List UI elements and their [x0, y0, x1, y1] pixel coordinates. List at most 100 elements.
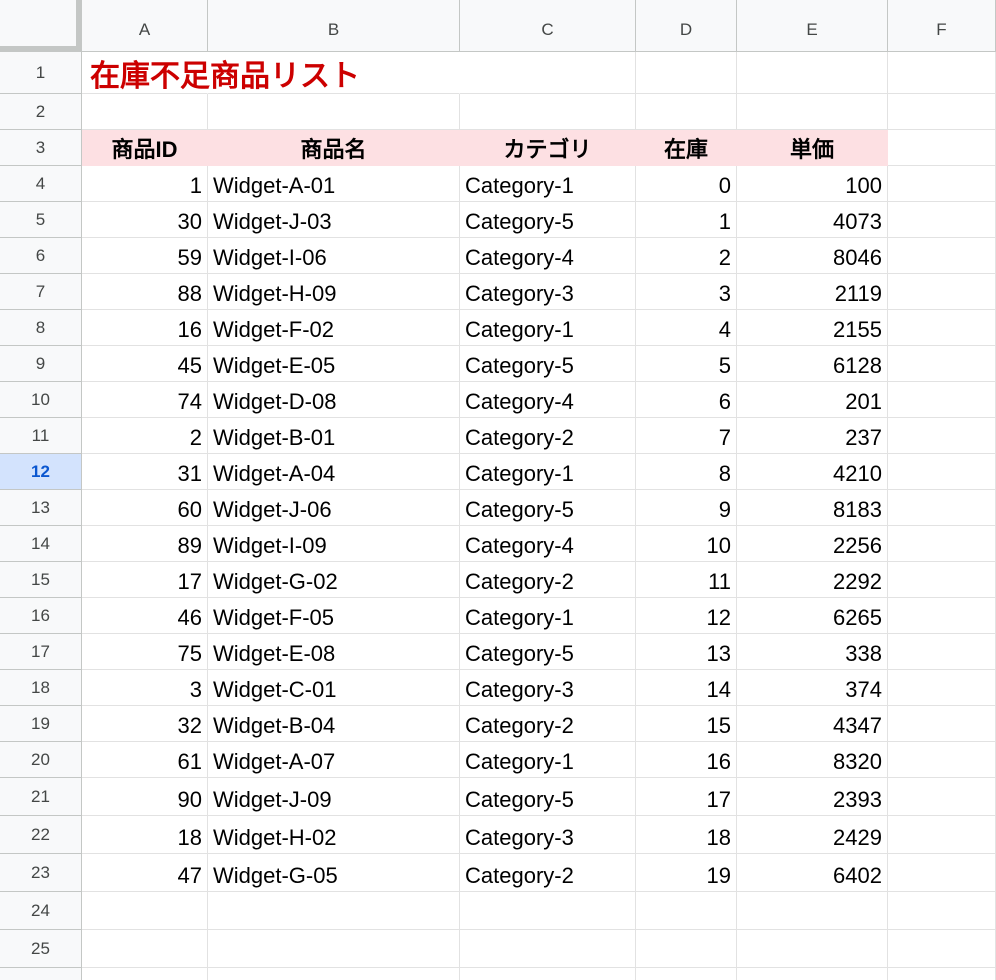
cell-a24[interactable] [82, 892, 208, 930]
row-header-15[interactable]: 15 [0, 562, 82, 598]
column-header-b[interactable]: B [208, 0, 460, 52]
cell-e14[interactable]: 2256 [737, 526, 888, 562]
cell-c7[interactable]: Category-3 [460, 274, 636, 310]
cell-b18[interactable]: Widget-C-01 [208, 670, 460, 706]
row-header-10[interactable]: 10 [0, 382, 82, 418]
cell-a7[interactable]: 88 [82, 274, 208, 310]
cell-c17[interactable]: Category-5 [460, 634, 636, 670]
cell-f20[interactable] [888, 742, 996, 778]
cell-e22[interactable]: 2429 [737, 816, 888, 854]
header-cell-a[interactable]: 商品ID [82, 130, 208, 166]
cell-a9[interactable]: 45 [82, 346, 208, 382]
cell-a11[interactable]: 2 [82, 418, 208, 454]
cell-c15[interactable]: Category-2 [460, 562, 636, 598]
cell-a2[interactable] [82, 94, 208, 130]
cell-c24[interactable] [460, 892, 636, 930]
cell-c16[interactable]: Category-1 [460, 598, 636, 634]
row-header-20[interactable]: 20 [0, 742, 82, 778]
cell-a25[interactable] [82, 930, 208, 968]
cell-e16[interactable]: 6265 [737, 598, 888, 634]
cell-a10[interactable]: 74 [82, 382, 208, 418]
cell-c22[interactable]: Category-3 [460, 816, 636, 854]
cell-d5[interactable]: 1 [636, 202, 737, 238]
row-header-4[interactable]: 4 [0, 166, 82, 202]
cell-c12[interactable]: Category-1 [460, 454, 636, 490]
row-header-9[interactable]: 9 [0, 346, 82, 382]
header-cell-b[interactable]: 商品名 [208, 130, 460, 166]
cell-b14[interactable]: Widget-I-09 [208, 526, 460, 562]
cell-a4[interactable]: 1 [82, 166, 208, 202]
row-header-7[interactable]: 7 [0, 274, 82, 310]
row-header-17[interactable]: 17 [0, 634, 82, 670]
cell-c20[interactable]: Category-1 [460, 742, 636, 778]
cell-e8[interactable]: 2155 [737, 310, 888, 346]
cell-e24[interactable] [737, 892, 888, 930]
cell-e15[interactable]: 2292 [737, 562, 888, 598]
cell-b7[interactable]: Widget-H-09 [208, 274, 460, 310]
cell-b16[interactable]: Widget-F-05 [208, 598, 460, 634]
cell-e18[interactable]: 374 [737, 670, 888, 706]
cell-b17[interactable]: Widget-E-08 [208, 634, 460, 670]
cell-b9[interactable]: Widget-E-05 [208, 346, 460, 382]
cell-e7[interactable]: 2119 [737, 274, 888, 310]
cell-b13[interactable]: Widget-J-06 [208, 490, 460, 526]
cell-f4[interactable] [888, 166, 996, 202]
cell-c21[interactable]: Category-5 [460, 778, 636, 816]
cell-d8[interactable]: 4 [636, 310, 737, 346]
cell-b19[interactable]: Widget-B-04 [208, 706, 460, 742]
cell-b25[interactable] [208, 930, 460, 968]
row-header-3[interactable]: 3 [0, 130, 82, 166]
cell-e11[interactable]: 237 [737, 418, 888, 454]
row-header-12[interactable]: 12 [0, 454, 82, 490]
cell-a15[interactable]: 17 [82, 562, 208, 598]
row-header-11[interactable]: 11 [0, 418, 82, 454]
cell-e26[interactable] [737, 968, 888, 980]
cell-e1[interactable] [737, 52, 888, 94]
cell-d12[interactable]: 8 [636, 454, 737, 490]
cell-c2[interactable] [460, 94, 636, 130]
cell-d24[interactable] [636, 892, 737, 930]
row-header-21[interactable]: 21 [0, 778, 82, 816]
cell-c19[interactable]: Category-2 [460, 706, 636, 742]
cell-e17[interactable]: 338 [737, 634, 888, 670]
cell-d7[interactable]: 3 [636, 274, 737, 310]
cell-b21[interactable]: Widget-J-09 [208, 778, 460, 816]
sheet-title-cell[interactable]: 在庫不足商品リスト [88, 52, 628, 94]
cell-f10[interactable] [888, 382, 996, 418]
cell-b6[interactable]: Widget-I-06 [208, 238, 460, 274]
select-all-corner[interactable] [0, 0, 82, 52]
cell-f8[interactable] [888, 310, 996, 346]
row-header-13[interactable]: 13 [0, 490, 82, 526]
cell-c23[interactable]: Category-2 [460, 854, 636, 892]
cell-a26[interactable] [82, 968, 208, 980]
row-header-5[interactable]: 5 [0, 202, 82, 238]
cell-b24[interactable] [208, 892, 460, 930]
cell-c25[interactable] [460, 930, 636, 968]
cell-b20[interactable]: Widget-A-07 [208, 742, 460, 778]
cell-d21[interactable]: 17 [636, 778, 737, 816]
cell-f16[interactable] [888, 598, 996, 634]
row-header-6[interactable]: 6 [0, 238, 82, 274]
cell-c18[interactable]: Category-3 [460, 670, 636, 706]
header-cell-c[interactable]: カテゴリ [460, 130, 636, 166]
cell-e25[interactable] [737, 930, 888, 968]
row-header-26[interactable]: 26 [0, 968, 82, 980]
cell-e21[interactable]: 2393 [737, 778, 888, 816]
cell-c10[interactable]: Category-4 [460, 382, 636, 418]
cell-a21[interactable]: 90 [82, 778, 208, 816]
cell-c5[interactable]: Category-5 [460, 202, 636, 238]
cell-f25[interactable] [888, 930, 996, 968]
cell-a18[interactable]: 3 [82, 670, 208, 706]
cell-e9[interactable]: 6128 [737, 346, 888, 382]
cell-a13[interactable]: 60 [82, 490, 208, 526]
cell-c6[interactable]: Category-4 [460, 238, 636, 274]
row-header-2[interactable]: 2 [0, 94, 82, 130]
cell-f21[interactable] [888, 778, 996, 816]
cell-a14[interactable]: 89 [82, 526, 208, 562]
cell-d17[interactable]: 13 [636, 634, 737, 670]
cell-f9[interactable] [888, 346, 996, 382]
cell-e4[interactable]: 100 [737, 166, 888, 202]
cell-d20[interactable]: 16 [636, 742, 737, 778]
cell-d14[interactable]: 10 [636, 526, 737, 562]
cell-f24[interactable] [888, 892, 996, 930]
